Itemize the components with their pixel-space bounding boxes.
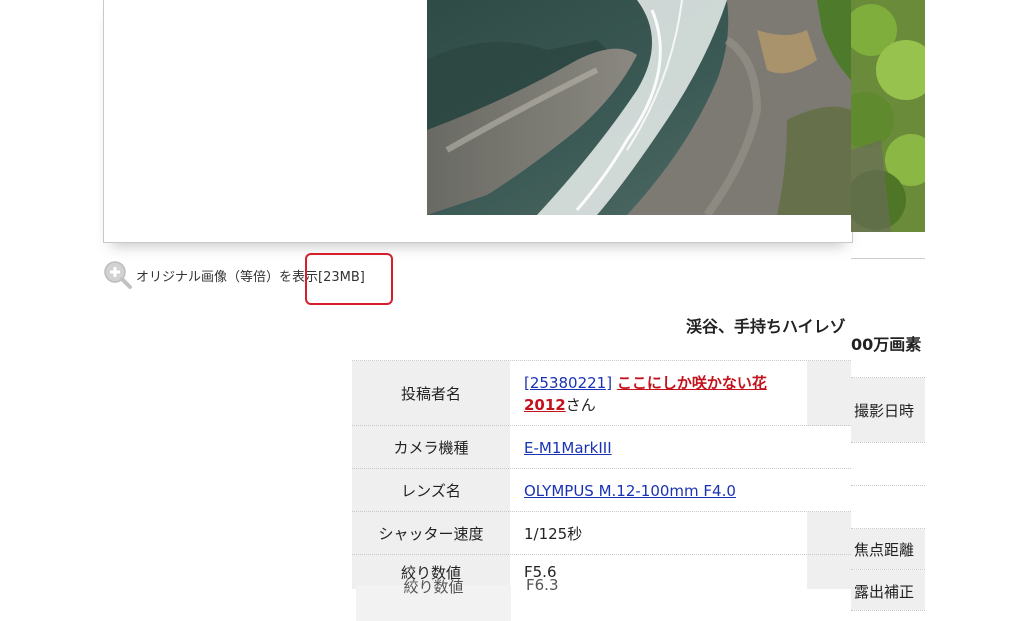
row-label: カメラ機種 — [352, 426, 510, 469]
row-value: [25380221] ここにしか咲かない花 2012さん — [510, 361, 807, 426]
focal-length-label: 焦点距離 — [854, 541, 915, 559]
camera-model-link[interactable]: E-M1MarkIII — [524, 439, 612, 457]
zoom-in-icon — [104, 261, 132, 289]
row-value: 1/125秒 — [510, 512, 807, 555]
row-spacer — [807, 512, 851, 555]
divider-line — [851, 258, 925, 259]
divider-line — [851, 485, 925, 487]
side-cell: 焦点距離 — [851, 529, 925, 569]
post-title-continued: 00万画素 — [851, 335, 922, 354]
photo-side-panel — [851, 0, 925, 232]
overlap-row-label: 絞り数値 — [356, 578, 511, 621]
row-label: 投稿者名 — [352, 361, 510, 426]
row-spacer — [807, 361, 851, 426]
poster-name-link-cont[interactable]: 2012 — [524, 396, 566, 414]
side-cell: 露出補正 — [851, 570, 925, 610]
overlap-row: 絞り数値 F6.3 — [356, 576, 851, 621]
highlight-annotation — [305, 253, 393, 305]
post-title: 渓谷、手持ちハイレゾ — [686, 317, 846, 336]
foliage-graphic — [851, 0, 925, 232]
lens-link[interactable]: OLYMPUS M.12-100mm F4.0 — [524, 482, 736, 500]
table-row: 投稿者名 [25380221] ここにしか咲かない花 2012さん — [352, 360, 851, 426]
date-label: 撮影日時 — [854, 402, 915, 420]
poster-id-link[interactable]: [25380221] — [524, 374, 612, 392]
row-value: E-M1MarkIII — [510, 426, 851, 469]
river-photo[interactable] — [427, 0, 851, 215]
row-value: OLYMPUS M.12-100mm F4.0 — [510, 469, 851, 512]
table-row: レンズ名 OLYMPUS M.12-100mm F4.0 — [352, 468, 851, 512]
honorific: さん — [565, 395, 596, 414]
row-label: シャッター速度 — [352, 512, 510, 555]
row-spacer — [807, 555, 851, 589]
river-photo-graphic — [427, 0, 851, 215]
exposure-comp-label: 露出補正 — [854, 583, 915, 601]
divider-line — [851, 610, 925, 612]
overlap-row-value: F6.3 — [526, 576, 559, 594]
divider-line — [851, 442, 925, 444]
table-row: シャッター速度 1/125秒 — [352, 511, 851, 555]
side-cell: 撮影日時 — [851, 378, 925, 442]
poster-name-link[interactable]: ここにしか咲かない花 — [617, 374, 767, 392]
row-label: レンズ名 — [352, 469, 510, 512]
table-row: カメラ機種 E-M1MarkIII — [352, 425, 851, 469]
